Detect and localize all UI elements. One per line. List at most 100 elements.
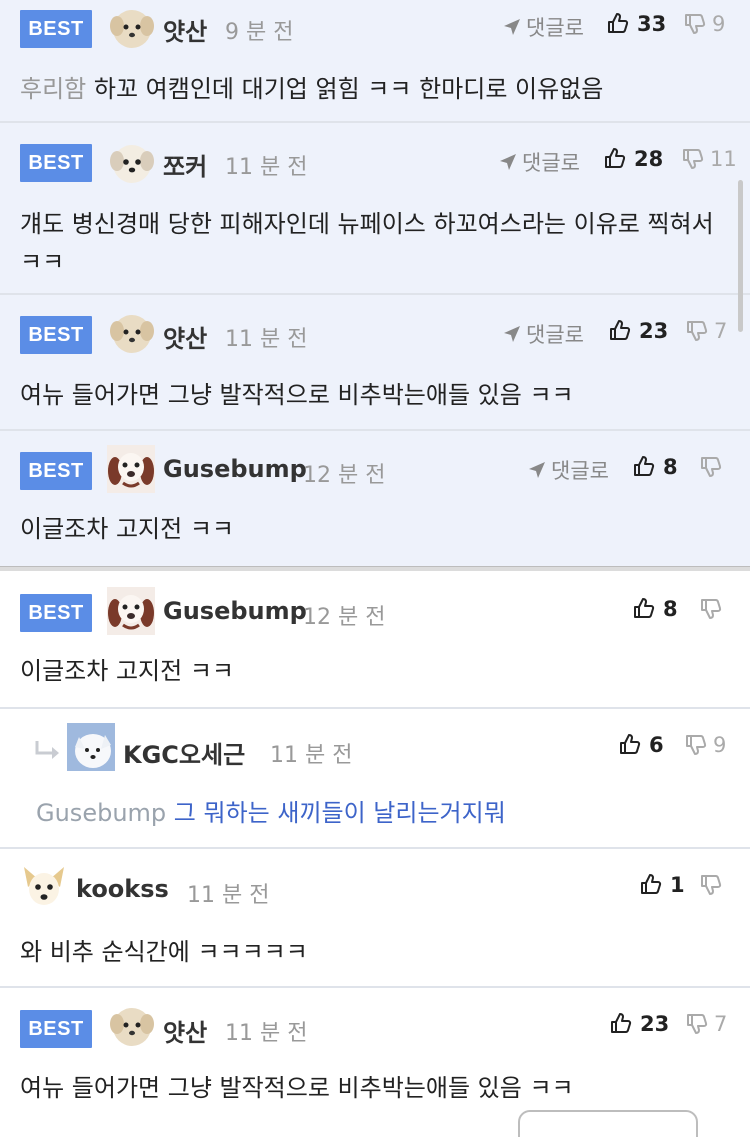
- reply-button[interactable]: 댓글로: [502, 12, 584, 42]
- thumbs-down-icon: [701, 599, 722, 619]
- comment-body: 걔도 병신경매 당한 피해자인데 뉴페이스 하꼬여스라는 이유로 찍혀서 ㅋㅋ: [20, 210, 714, 276]
- reply-label: 댓글로: [526, 16, 584, 40]
- comment-time: 9 분 전: [225, 20, 294, 45]
- comment-body: 이글조차 고지전 ㅋㅋ: [20, 515, 234, 543]
- author-nickname[interactable]: 얏산: [163, 12, 207, 47]
- upvote-button[interactable]: 33: [607, 12, 666, 36]
- thumbs-down-icon: [701, 875, 722, 895]
- thumbs-down-icon: [701, 457, 722, 477]
- send-arrow-icon: [504, 19, 520, 35]
- reply-label: 댓글로: [551, 459, 609, 483]
- puppy-avatar-icon: [110, 145, 154, 183]
- comment-time: 12 분 전: [303, 605, 386, 630]
- upvote-button[interactable]: 6: [619, 733, 664, 757]
- thumbs-up-icon: [611, 1013, 632, 1033]
- reply-button[interactable]: 댓글로: [498, 147, 580, 177]
- upvote-count: 23: [639, 319, 669, 343]
- downvote-button[interactable]: 11: [682, 147, 737, 171]
- downvote-button[interactable]: [700, 597, 728, 621]
- comment-time: 11 분 전: [225, 327, 308, 352]
- upvote-count: 8: [663, 597, 678, 621]
- upvote-button[interactable]: 1: [640, 873, 685, 897]
- mention-username[interactable]: Gusebump: [36, 799, 166, 827]
- thumbs-up-icon: [634, 598, 655, 618]
- author-nickname[interactable]: 쪼커: [163, 147, 207, 182]
- thumbs-down-icon: [683, 149, 704, 169]
- author-nickname[interactable]: 얏산: [163, 1013, 207, 1048]
- thumbs-up-icon: [610, 320, 631, 340]
- author-nickname[interactable]: Gusebump: [163, 455, 307, 483]
- best-badge: BEST: [20, 452, 92, 490]
- comment-time: 11 분 전: [225, 1021, 308, 1046]
- reply-comment: KGC오세근 11 분 전 6 9 Gusebump 그 뭐하는 새끼들이 날리…: [0, 709, 750, 849]
- downvote-count: 9: [713, 733, 727, 757]
- comment-body: 여뉴 들어가면 그냥 발작적으로 비추박는애들 있음 ㅋㅋ: [20, 1074, 574, 1102]
- comment: BEST Gusebump 12 분 전 8 이글조차 고지전 ㅋㅋ: [0, 571, 750, 709]
- puppy-avatar-icon: [110, 315, 154, 353]
- downvote-button[interactable]: [700, 455, 728, 479]
- best-badge: BEST: [20, 1010, 92, 1048]
- downvote-button[interactable]: 9: [685, 733, 726, 757]
- best-comment: BEST 얏산 9 분 전 댓글로 33 9 후리함 하꼬 여캠인데 대기업 얽…: [0, 0, 750, 123]
- best-badge: BEST: [20, 316, 92, 354]
- send-arrow-icon: [504, 326, 520, 342]
- downvote-button[interactable]: 7: [686, 1012, 727, 1036]
- comment-body: 여뉴 들어가면 그냥 발작적으로 비추박는애들 있음 ㅋㅋ: [20, 381, 574, 409]
- dog-photo-avatar-icon: [107, 445, 155, 493]
- downvote-button[interactable]: 9: [684, 12, 725, 36]
- comment-body: 와 비추 순식간에 ㅋㅋㅋㅋㅋ: [20, 938, 308, 966]
- reply-arrow-icon: [35, 741, 59, 759]
- thumbs-up-icon: [608, 13, 629, 33]
- white-dog-avatar-icon: [67, 723, 115, 771]
- upvote-button[interactable]: 8: [633, 597, 678, 621]
- downvote-count: 9: [712, 12, 726, 36]
- thumbs-up-icon: [620, 734, 641, 754]
- upvote-button[interactable]: 8: [633, 455, 678, 479]
- upvote-count: 1: [670, 873, 685, 897]
- downvote-count: 7: [714, 1012, 728, 1036]
- comment-text: 후리함 하꼬 여캠인데 대기업 얽힘 ㅋㅋ 한마디로 이유없음: [20, 70, 730, 108]
- thumbs-up-icon: [641, 874, 662, 894]
- comment-time: 11 분 전: [270, 743, 353, 768]
- puppy-avatar-icon: [110, 1008, 154, 1046]
- downvote-button[interactable]: 7: [686, 319, 727, 343]
- thumbs-down-icon: [687, 1014, 708, 1034]
- comment-body: 이글조차 고지전 ㅋㅋ: [20, 657, 234, 685]
- downvote-button[interactable]: [700, 873, 728, 897]
- reply-button[interactable]: 댓글로: [502, 319, 584, 349]
- scrollbar-thumb[interactable]: [738, 180, 743, 332]
- author-nickname[interactable]: KGC오세근: [123, 735, 245, 770]
- comment-time: 12 분 전: [303, 463, 386, 488]
- dog-photo-avatar-icon: [107, 587, 155, 635]
- comment-text: Gusebump 그 뭐하는 새끼들이 날리는거지뭐: [36, 794, 726, 832]
- upvote-count: 28: [634, 147, 664, 171]
- upvote-button[interactable]: 23: [609, 319, 668, 343]
- send-arrow-icon: [529, 462, 545, 478]
- upvote-count: 23: [640, 1012, 670, 1036]
- thumbs-up-icon: [634, 456, 655, 476]
- best-badge: BEST: [20, 10, 92, 48]
- upvote-button[interactable]: 28: [604, 147, 663, 171]
- reply-label: 댓글로: [526, 323, 584, 347]
- upvote-count: 6: [649, 733, 664, 757]
- floating-toolbar[interactable]: [518, 1110, 698, 1137]
- comment-prefix: 후리함: [20, 75, 87, 103]
- thumbs-down-icon: [687, 321, 708, 341]
- best-badge: BEST: [20, 594, 92, 632]
- best-comment: BEST 쪼커 11 분 전 댓글로 28 11 걔도 병신경매 당한 피해자인…: [0, 123, 750, 295]
- thumbs-down-icon: [685, 14, 706, 34]
- best-badge: BEST: [20, 144, 92, 182]
- reply-button[interactable]: 댓글로: [527, 455, 609, 485]
- downvote-count: 11: [710, 147, 737, 171]
- reply-label: 댓글로: [522, 151, 580, 175]
- author-nickname[interactable]: Gusebump: [163, 597, 307, 625]
- upvote-button[interactable]: 23: [610, 1012, 669, 1036]
- comment-time: 11 분 전: [187, 883, 270, 908]
- comment-body: 그 뭐하는 새끼들이 날리는거지뭐: [173, 799, 506, 827]
- author-nickname[interactable]: 얏산: [163, 319, 207, 354]
- send-arrow-icon: [500, 154, 516, 170]
- thumbs-down-icon: [686, 735, 707, 755]
- thumbs-up-icon: [605, 148, 626, 168]
- fox-dog-avatar-icon: [24, 867, 64, 905]
- author-nickname[interactable]: kookss: [76, 875, 169, 903]
